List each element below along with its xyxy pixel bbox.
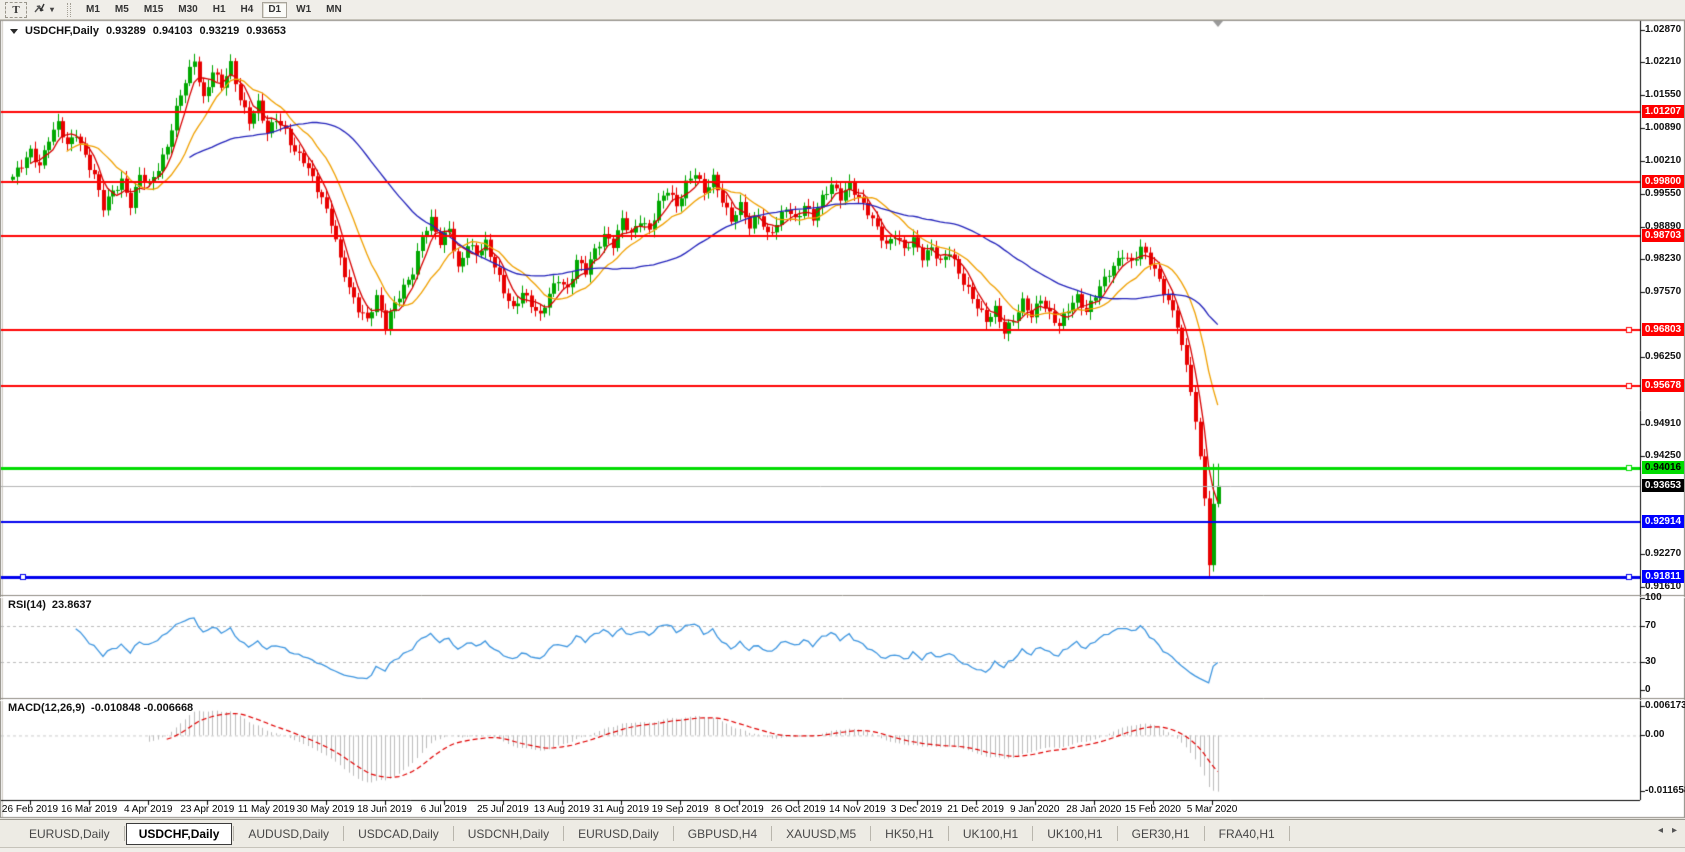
tab-separator bbox=[673, 826, 674, 841]
tab-usdcnh-daily[interactable]: USDCNH,Daily bbox=[455, 823, 562, 845]
arrange-icon bbox=[33, 2, 46, 17]
ohlc-open: 0.93289 bbox=[106, 25, 146, 37]
tab-scroll-arrows: ◂ ▸ bbox=[1658, 825, 1677, 836]
tab-usdchf-daily[interactable]: USDCHF,Daily bbox=[126, 823, 233, 845]
ohlc-high: 0.94103 bbox=[153, 25, 193, 37]
rsi-label: RSI(14) bbox=[8, 599, 46, 611]
ohlc-low: 0.93219 bbox=[200, 25, 240, 37]
tab-eurusd-daily[interactable]: EURUSD,Daily bbox=[16, 823, 123, 845]
tab-separator bbox=[343, 826, 344, 841]
tab-gbpusd-h4[interactable]: GBPUSD,H4 bbox=[675, 823, 770, 845]
rsi-value: 23.8637 bbox=[52, 599, 92, 611]
macd-values: -0.010848 -0.006668 bbox=[91, 702, 193, 714]
ohlc-close: 0.93653 bbox=[246, 25, 286, 37]
timeframe-button-mn[interactable]: MN bbox=[320, 2, 348, 18]
timeframe-button-m15[interactable]: M15 bbox=[138, 2, 169, 18]
timeframe-button-m5[interactable]: M5 bbox=[109, 2, 135, 18]
tab-scroll-right-icon[interactable]: ▸ bbox=[1672, 825, 1677, 836]
chart-canvas[interactable] bbox=[0, 0, 1685, 852]
rsi-indicator-title: RSI(14) 23.8637 bbox=[8, 599, 92, 611]
timeframe-button-h4[interactable]: H4 bbox=[235, 2, 260, 18]
tab-separator bbox=[124, 826, 125, 841]
tab-separator bbox=[1032, 826, 1033, 841]
tab-separator bbox=[948, 826, 949, 841]
timeframe-button-m1[interactable]: M1 bbox=[80, 2, 106, 18]
tab-separator bbox=[233, 826, 234, 841]
tab-separator bbox=[1117, 826, 1118, 841]
tab-fra40-h1[interactable]: FRA40,H1 bbox=[1206, 823, 1288, 845]
chart-tab-bar: EURUSD,DailyUSDCHF,DailyAUDUSD,DailyUSDC… bbox=[0, 819, 1685, 847]
chart-title: USDCHF,Daily 0.93289 0.94103 0.93219 0.9… bbox=[10, 25, 286, 37]
tab-separator bbox=[870, 826, 871, 841]
status-bar-strip bbox=[0, 847, 1685, 852]
tab-separator bbox=[1289, 826, 1290, 841]
tab-separator bbox=[563, 826, 564, 841]
toolbar-grip[interactable] bbox=[67, 3, 71, 17]
text-tool-button[interactable]: T bbox=[5, 2, 27, 18]
top-toolbar: T ▾ M1M5M15M30H1H4D1W1MN bbox=[0, 0, 1685, 20]
tab-eurusd-daily[interactable]: EURUSD,Daily bbox=[565, 823, 672, 845]
tab-ger30-h1[interactable]: GER30,H1 bbox=[1119, 823, 1203, 845]
timeframe-button-d1[interactable]: D1 bbox=[262, 2, 287, 18]
tab-hk50-h1[interactable]: HK50,H1 bbox=[872, 823, 947, 845]
symbol-label: USDCHF,Daily bbox=[25, 25, 99, 37]
tab-uk100-h1[interactable]: UK100,H1 bbox=[950, 823, 1031, 845]
timeframe-button-h1[interactable]: H1 bbox=[207, 2, 232, 18]
arrange-windows-button[interactable]: ▾ bbox=[27, 2, 60, 18]
tab-uk100-h1[interactable]: UK100,H1 bbox=[1034, 823, 1115, 845]
tab-scroll-left-icon[interactable]: ◂ bbox=[1658, 825, 1663, 836]
timeframe-button-w1[interactable]: W1 bbox=[290, 2, 317, 18]
tab-audusd-daily[interactable]: AUDUSD,Daily bbox=[235, 823, 342, 845]
tab-separator bbox=[771, 826, 772, 841]
macd-indicator-title: MACD(12,26,9) -0.010848 -0.006668 bbox=[8, 702, 193, 714]
macd-label: MACD(12,26,9) bbox=[8, 702, 85, 714]
tab-usdcad-daily[interactable]: USDCAD,Daily bbox=[345, 823, 452, 845]
timeframe-buttons: M1M5M15M30H1H4D1W1MN bbox=[80, 2, 348, 18]
timeframe-button-m30[interactable]: M30 bbox=[172, 2, 203, 18]
chevron-down-icon: ▾ bbox=[50, 5, 54, 14]
tab-xauusd-m5[interactable]: XAUUSD,M5 bbox=[773, 823, 869, 845]
tab-separator bbox=[1204, 826, 1205, 841]
tab-separator bbox=[453, 826, 454, 841]
collapse-arrow-icon[interactable] bbox=[10, 29, 18, 34]
